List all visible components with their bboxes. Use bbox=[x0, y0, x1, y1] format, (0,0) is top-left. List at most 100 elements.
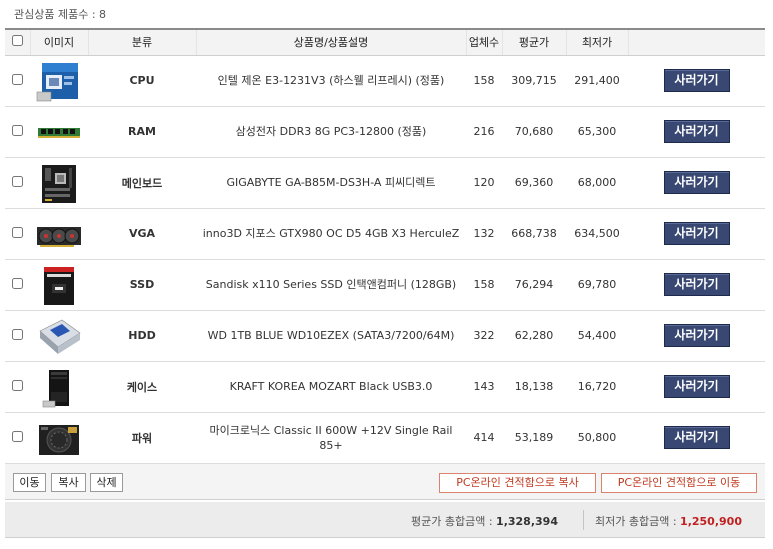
product-thumbnail[interactable] bbox=[36, 62, 82, 101]
table-row: 파워 마이크로닉스 Classic II 600W +12V Single Ra… bbox=[5, 412, 765, 464]
product-category: HDD bbox=[88, 310, 196, 362]
product-thumbnail[interactable] bbox=[36, 215, 82, 253]
min-total: 최저가 총합금액 : 1,250,900 bbox=[595, 513, 742, 529]
delete-button[interactable]: 삭제 bbox=[90, 473, 123, 492]
row-select-cell bbox=[5, 259, 30, 311]
product-thumbnail[interactable] bbox=[36, 113, 82, 151]
seller-count: 322 bbox=[466, 310, 502, 362]
copy-button[interactable]: 복사 bbox=[51, 473, 86, 492]
buy-cell: 사러가기 bbox=[628, 259, 765, 311]
min-total-label: 최저가 총합금액 : bbox=[595, 515, 677, 528]
header-min-price: 최저가 bbox=[566, 29, 629, 56]
row-checkbox[interactable] bbox=[12, 73, 23, 85]
buy-cell: 사러가기 bbox=[628, 157, 765, 209]
table-row: 메인보드 GIGABYTE GA-B85M-DS3H-A 피씨디렉트 120 6… bbox=[5, 157, 765, 209]
select-all-checkbox[interactable] bbox=[11, 35, 23, 47]
row-checkbox[interactable] bbox=[12, 226, 23, 238]
select-all-header bbox=[5, 29, 31, 56]
product-category: CPU bbox=[88, 55, 196, 107]
row-checkbox[interactable] bbox=[12, 379, 23, 391]
buy-button[interactable]: 사러가기 bbox=[663, 273, 730, 296]
average-price: 76,294 bbox=[502, 259, 566, 311]
product-image-cell bbox=[30, 310, 88, 362]
buy-cell: 사러가기 bbox=[628, 412, 765, 464]
row-checkbox[interactable] bbox=[12, 328, 23, 340]
header-name: 상품명/상품설명 bbox=[196, 29, 467, 56]
average-price: 70,680 bbox=[502, 106, 566, 158]
seller-count: 120 bbox=[466, 157, 502, 209]
product-name[interactable]: WD 1TB BLUE WD10EZEX (SATA3/7200/64M) bbox=[196, 310, 466, 362]
buy-button[interactable]: 사러가기 bbox=[663, 120, 730, 143]
header-category: 분류 bbox=[88, 29, 197, 56]
product-thumbnail[interactable] bbox=[36, 368, 82, 407]
product-image-cell bbox=[30, 361, 88, 413]
product-name[interactable]: inno3D 지포스 GTX980 OC D5 4GB X3 HerculeZ bbox=[196, 208, 466, 260]
row-checkbox[interactable] bbox=[12, 430, 23, 442]
buy-cell: 사러가기 bbox=[628, 208, 765, 260]
buy-button[interactable]: 사러가기 bbox=[663, 324, 730, 347]
seller-count: 216 bbox=[466, 106, 502, 158]
table-row: SSD Sandisk x110 Series SSD 인택앤컴퍼니 (128G… bbox=[5, 259, 765, 311]
product-category: SSD bbox=[88, 259, 196, 311]
graphics-card-icon bbox=[36, 226, 82, 258]
row-checkbox[interactable] bbox=[12, 175, 23, 187]
average-price: 668,738 bbox=[502, 208, 566, 260]
seller-count: 414 bbox=[466, 412, 502, 464]
product-name[interactable]: 삼성전자 DDR3 8G PC3-12800 (정품) bbox=[196, 106, 466, 158]
buy-button[interactable]: 사러가기 bbox=[663, 426, 730, 449]
product-thumbnail[interactable] bbox=[36, 164, 82, 203]
average-price: 18,138 bbox=[502, 361, 566, 413]
buy-button[interactable]: 사러가기 bbox=[663, 222, 730, 245]
product-category: RAM bbox=[88, 106, 196, 158]
table-row: CPU 인텔 제온 E3-1231V3 (하스웰 리프레시) (정품) 158 … bbox=[5, 55, 765, 107]
product-thumbnail[interactable] bbox=[36, 419, 82, 457]
row-select-cell bbox=[5, 157, 30, 209]
product-name[interactable]: 인텔 제온 E3-1231V3 (하스웰 리프레시) (정품) bbox=[196, 55, 466, 107]
ram-stick-icon bbox=[36, 127, 82, 156]
avg-total-value: 1,328,394 bbox=[496, 515, 558, 528]
move-button[interactable]: 이동 bbox=[13, 473, 46, 492]
row-checkbox[interactable] bbox=[12, 277, 23, 289]
product-thumbnail[interactable] bbox=[36, 317, 82, 355]
totals-divider bbox=[583, 510, 584, 530]
power-supply-icon bbox=[36, 424, 82, 462]
seller-count: 132 bbox=[466, 208, 502, 260]
hard-drive-icon bbox=[36, 319, 82, 360]
row-select-cell bbox=[5, 361, 30, 413]
product-name[interactable]: GIGABYTE GA-B85M-DS3H-A 피씨디렉트 bbox=[196, 157, 466, 209]
header-image: 이미지 bbox=[30, 29, 89, 56]
product-name[interactable]: Sandisk x110 Series SSD 인택앤컴퍼니 (128GB) bbox=[196, 259, 466, 311]
buy-button[interactable]: 사러가기 bbox=[663, 375, 730, 398]
header-sellers: 업체수 bbox=[466, 29, 503, 56]
lowest-price: 65,300 bbox=[566, 106, 628, 158]
action-bar: 이동 복사 삭제 PC온라인 견적함으로 복사 PC온라인 견적함으로 이동 bbox=[5, 464, 765, 500]
totals-bar: 평균가 총합금액 : 1,328,394 최저가 총합금액 : 1,250,90… bbox=[5, 502, 765, 538]
wishlist-table: 이미지 분류 상품명/상품설명 업체수 평균가 최저가 CPU 인텔 제온 E3… bbox=[5, 28, 765, 464]
ssd-icon bbox=[36, 266, 82, 309]
product-category: 케이스 bbox=[88, 361, 196, 413]
lowest-price: 16,720 bbox=[566, 361, 628, 413]
buy-button[interactable]: 사러가기 bbox=[663, 69, 730, 92]
buy-cell: 사러가기 bbox=[628, 361, 765, 413]
row-select-cell bbox=[5, 106, 30, 158]
product-name[interactable]: 마이크로닉스 Classic II 600W +12V Single Rail … bbox=[196, 412, 466, 464]
header-action bbox=[628, 29, 765, 56]
table-header-row: 이미지 분류 상품명/상품설명 업체수 평균가 최저가 bbox=[5, 29, 765, 56]
product-name[interactable]: KRAFT KOREA MOZART Black USB3.0 bbox=[196, 361, 466, 413]
lowest-price: 634,500 bbox=[566, 208, 628, 260]
copy-to-estimate-button[interactable]: PC온라인 견적함으로 복사 bbox=[439, 473, 596, 493]
product-category: VGA bbox=[88, 208, 196, 260]
buy-cell: 사러가기 bbox=[628, 310, 765, 362]
average-price: 62,280 bbox=[502, 310, 566, 362]
row-select-cell bbox=[5, 412, 30, 464]
row-checkbox[interactable] bbox=[12, 124, 23, 136]
product-category: 파워 bbox=[88, 412, 196, 464]
buy-button[interactable]: 사러가기 bbox=[663, 171, 730, 194]
average-price: 53,189 bbox=[502, 412, 566, 464]
product-image-cell bbox=[30, 208, 88, 260]
move-to-estimate-button[interactable]: PC온라인 견적함으로 이동 bbox=[601, 473, 757, 493]
lowest-price: 68,000 bbox=[566, 157, 628, 209]
lowest-price: 54,400 bbox=[566, 310, 628, 362]
product-thumbnail[interactable] bbox=[36, 266, 82, 305]
seller-count: 158 bbox=[466, 259, 502, 311]
